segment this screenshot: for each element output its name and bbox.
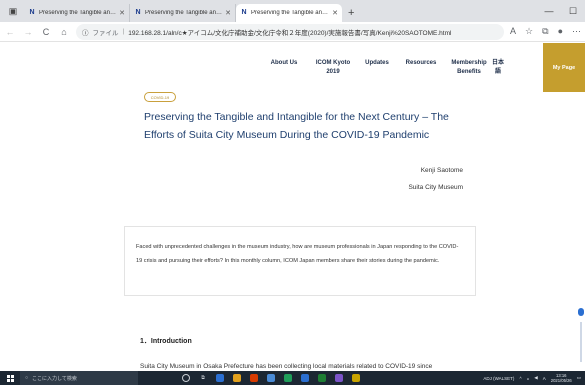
url-text: 192.168.28.1/aln/c★アイコム/文化庁補助金/文化庁令和２年度(…	[128, 29, 452, 37]
section-heading: 1．Introduction	[140, 338, 192, 345]
spreadsheet-icon[interactable]	[318, 374, 326, 382]
browser-tab-1[interactable]: N Preserving the Tangible and Intan ✕	[24, 4, 130, 22]
favorite-star-icon[interactable]: ☆	[525, 26, 533, 37]
tab-title: Preserving the Tangible and Intan	[145, 10, 222, 16]
favicon-icon: N	[29, 9, 35, 16]
task-view-icon[interactable]: ⧉	[199, 374, 207, 382]
clock[interactable]: 13:16 2021/05/26	[551, 373, 572, 383]
system-tray: ADJ (WALSET) ^ ◒ ◀ A 13:16 2021/05/26 ▭	[483, 373, 585, 383]
office-icon[interactable]	[250, 374, 258, 382]
os-taskbar: ○ ここに入力して検索 ⧉ ADJ (WALSET) ^ ◒ ◀ A 13:16…	[0, 371, 585, 385]
scroll-thumb[interactable]	[578, 308, 584, 316]
taskbar-search[interactable]: ○ ここに入力して検索	[20, 371, 138, 385]
search-icon: ○	[25, 375, 29, 381]
tab-close-icon[interactable]: ✕	[225, 9, 231, 17]
author-affiliation: Suita City Museum	[408, 184, 463, 191]
maximize-icon[interactable]: ☐	[561, 0, 585, 22]
chevron-up-icon[interactable]: ^	[519, 376, 521, 381]
article-title: Preserving the Tangible and Intangible f…	[144, 111, 449, 141]
info-icon[interactable]: ⓘ	[82, 27, 89, 37]
scroll-track[interactable]	[580, 322, 582, 362]
nav-membership-benefits[interactable]: Membership Benefits	[449, 59, 489, 77]
favicon-icon: N	[241, 9, 247, 16]
scrollbar[interactable]	[577, 308, 585, 362]
address-bar: ← → C ⌂ ⓘ ファイル | 192.168.28.1/aln/c★アイコム…	[0, 22, 585, 42]
favicon-icon: N	[135, 9, 141, 16]
new-tab-button[interactable]: +	[342, 4, 360, 22]
url-protocol: ファイル	[92, 29, 119, 37]
more-menu-icon[interactable]: ⋯	[572, 26, 581, 37]
window-controls: — ☐	[537, 0, 585, 22]
category-tag[interactable]: COVID-19	[144, 92, 176, 102]
collections-icon[interactable]: ⧉	[542, 26, 548, 37]
summary-text: Faced with unprecedented challenges in t…	[136, 244, 459, 264]
excel-icon[interactable]	[284, 374, 292, 382]
body-paragraph: Suita City Museum in Osaka Prefecture ha…	[140, 363, 433, 370]
browser-tab-3[interactable]: N Preserving the Tangible and Intan ✕	[236, 4, 342, 22]
browser-toolbar: A ☆ ⧉ ● ⋯	[510, 26, 581, 37]
cortana-icon[interactable]	[182, 374, 190, 382]
browser-tab-2[interactable]: N Preserving the Tangible and Intan ✕	[130, 4, 236, 22]
tab-title: Preserving the Tangible and Intan	[39, 10, 116, 16]
tray-label: ADJ (WALSET)	[483, 375, 515, 381]
article-summary-box: Faced with unprecedented challenges in t…	[124, 226, 476, 296]
notification-icon[interactable]: ▭	[577, 375, 581, 381]
ime-indicator[interactable]: A	[543, 376, 546, 381]
volume-icon[interactable]: ◀	[534, 375, 537, 381]
url-field[interactable]: ⓘ ファイル | 192.168.28.1/aln/c★アイコム/文化庁補助金/…	[76, 23, 505, 40]
nav-about-us[interactable]: About Us	[262, 59, 306, 68]
nav-updates[interactable]: Updates	[361, 59, 393, 68]
author-name: Kenji Saotome	[420, 167, 463, 174]
home-icon[interactable]: ⌂	[58, 27, 70, 37]
forward-icon[interactable]: →	[22, 27, 34, 37]
url-separator: |	[122, 28, 125, 35]
start-button[interactable]	[0, 371, 20, 385]
main-nav: About Us ICOM Kyoto 2019 Updates Resourc…	[262, 59, 505, 77]
browser-tab-strip: ▣ N Preserving the Tangible and Intan ✕ …	[0, 0, 585, 22]
reload-icon[interactable]: C	[40, 27, 52, 37]
nav-japanese[interactable]: 日本語	[491, 59, 505, 77]
taskbar-search-placeholder: ここに入力して検索	[32, 375, 77, 382]
tab-title: Preserving the Tangible and Intan	[251, 10, 329, 16]
tab-close-icon[interactable]: ✕	[332, 9, 338, 17]
site-header: About Us ICOM Kyoto 2019 Updates Resourc…	[0, 43, 585, 103]
nav-icom-kyoto-2019[interactable]: ICOM Kyoto 2019	[314, 59, 352, 77]
minimize-icon[interactable]: —	[537, 0, 561, 22]
read-aloud-icon[interactable]: A	[510, 26, 516, 37]
ie-icon[interactable]	[301, 374, 309, 382]
windows-logo-icon	[6, 374, 14, 382]
my-page-button[interactable]: My Page	[543, 43, 585, 92]
tab-close-icon[interactable]: ✕	[119, 9, 125, 17]
taskbar-apps: ⧉	[182, 374, 360, 382]
mail-icon[interactable]	[267, 374, 275, 382]
nav-resources[interactable]: Resources	[402, 59, 440, 68]
tab-actions-icon[interactable]: ▣	[6, 4, 20, 18]
network-icon[interactable]: ◒	[527, 376, 530, 381]
notes-icon[interactable]	[352, 374, 360, 382]
profile-icon[interactable]: ●	[558, 26, 563, 37]
edge-icon[interactable]	[216, 374, 224, 382]
back-icon[interactable]: ←	[4, 27, 16, 37]
teams-icon[interactable]	[335, 374, 343, 382]
author-block: Kenji Saotome Suita City Museum	[408, 162, 463, 196]
clock-date: 2021/05/26	[550, 378, 572, 383]
file-explorer-icon[interactable]	[233, 374, 241, 382]
